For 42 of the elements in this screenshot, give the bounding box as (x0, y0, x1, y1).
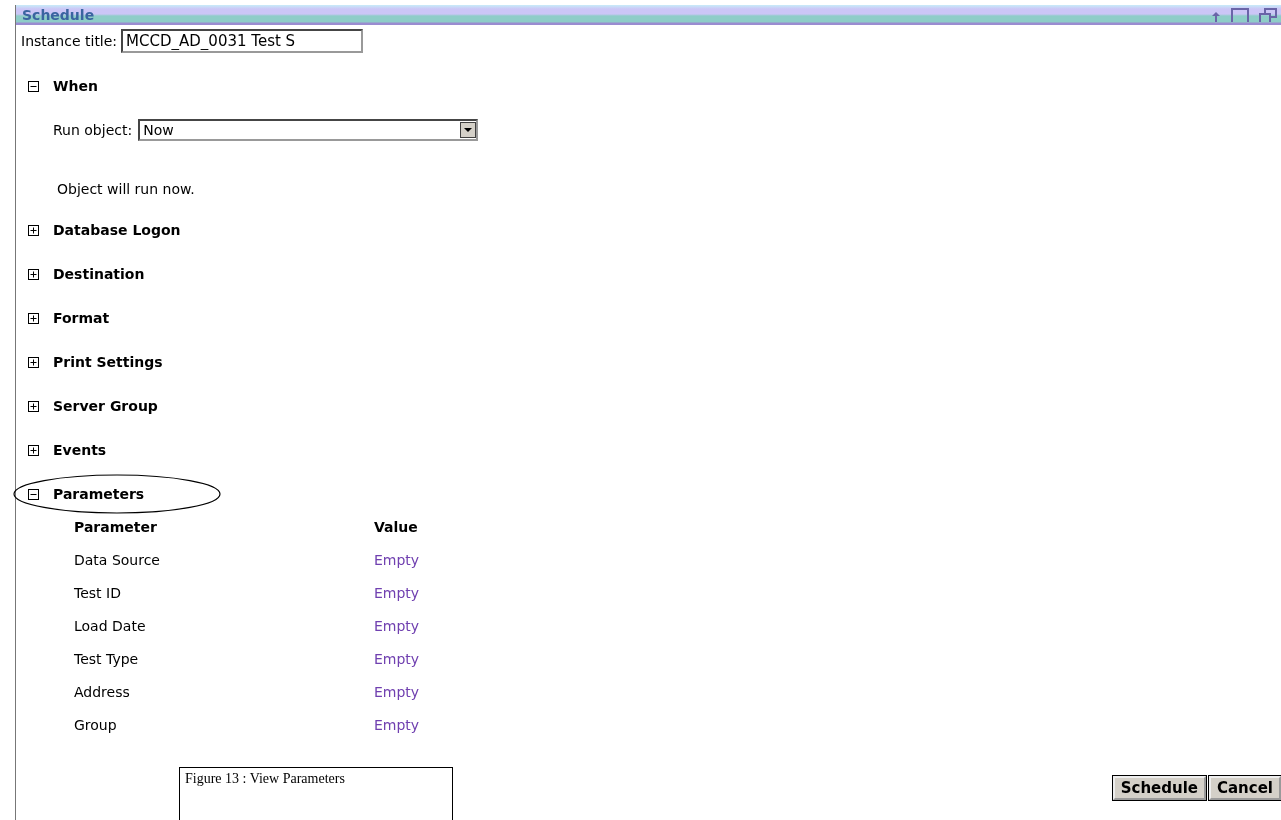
parameter-value-link[interactable]: Empty (374, 651, 420, 667)
expand-icon[interactable] (28, 312, 39, 324)
parameter-name: Group (74, 717, 118, 733)
parameter-name: Test ID (74, 585, 122, 601)
section-title[interactable]: Print Settings (53, 354, 163, 370)
run-object-dropdown[interactable]: Now (138, 119, 479, 141)
section-title[interactable]: Events (53, 442, 107, 458)
up-arrow-icon[interactable] (1211, 12, 1221, 22)
instance-title-field[interactable]: MCCD_AD_0031 Test S (121, 29, 364, 53)
collapse-icon[interactable] (28, 488, 39, 500)
expand-icon[interactable] (28, 400, 39, 412)
expand-icon[interactable] (28, 356, 39, 368)
figure-caption: Figure 13 : View Parameters (179, 767, 453, 820)
parameter-value-link[interactable]: Empty (374, 684, 420, 700)
parameter-value-link[interactable]: Empty (374, 618, 420, 634)
column-header: Parameter (74, 519, 158, 535)
schedule-button[interactable]: Schedule (1112, 776, 1206, 800)
section-title[interactable]: Server Group (53, 398, 158, 414)
section-title[interactable]: Format (53, 310, 110, 326)
restore-icon[interactable] (1259, 8, 1277, 22)
section-title[interactable]: Destination (53, 266, 145, 282)
collapse-icon[interactable] (28, 80, 39, 92)
parameter-name: Data Source (74, 552, 161, 568)
cancel-button[interactable]: Cancel (1209, 776, 1281, 800)
instance-title-label: Instance title: (21, 33, 118, 49)
schedule-note: Object will run now. (57, 181, 196, 197)
section-title[interactable]: Parameters (53, 486, 145, 502)
expand-icon[interactable] (28, 268, 39, 280)
expand-icon[interactable] (28, 224, 39, 236)
section-title[interactable]: Database Logon (53, 222, 181, 238)
parameter-name: Address (74, 684, 131, 700)
maximize-icon[interactable] (1231, 8, 1249, 22)
run-object-label: Run object: (53, 122, 133, 138)
parameter-name: Test Type (74, 651, 140, 667)
parameter-name: Load Date (74, 618, 147, 634)
column-header: Value (374, 519, 419, 535)
parameter-value-link[interactable]: Empty (374, 717, 420, 733)
expand-icon[interactable] (28, 444, 39, 456)
parameter-value-link[interactable]: Empty (374, 552, 420, 568)
panel-title: Schedule (22, 7, 95, 23)
section-title[interactable]: When (53, 78, 98, 94)
parameter-value-link[interactable]: Empty (374, 585, 420, 601)
